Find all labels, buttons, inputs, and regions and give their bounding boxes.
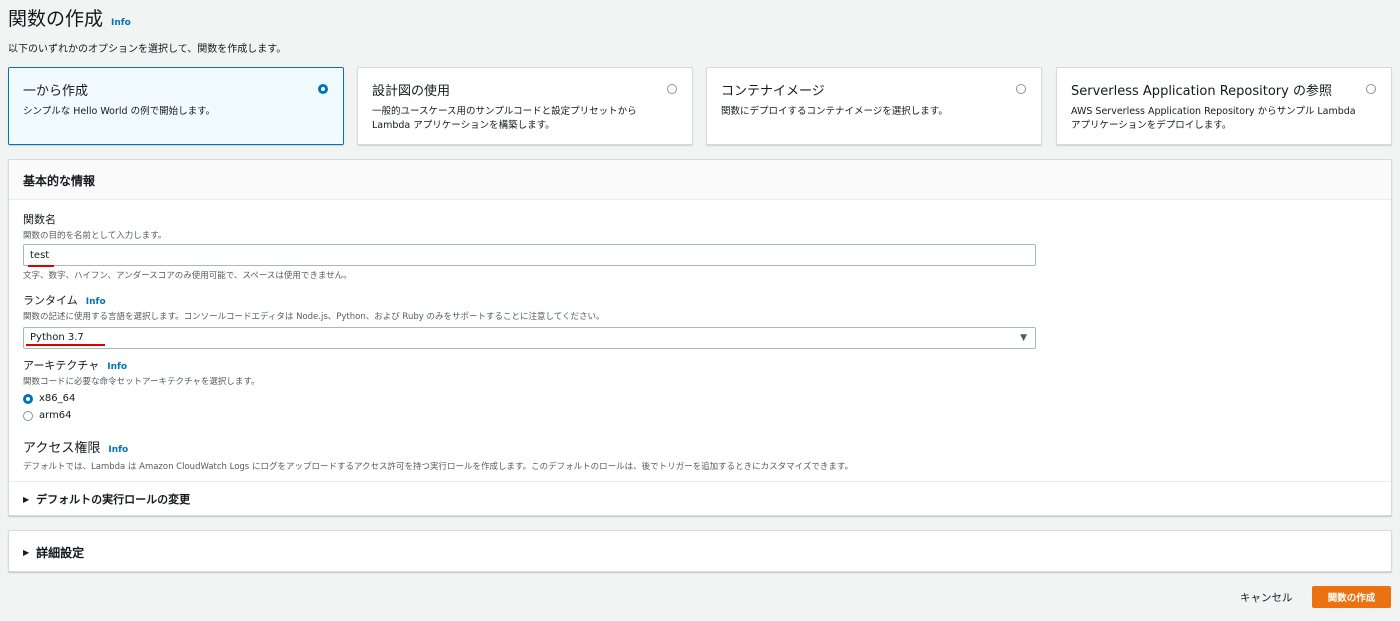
permissions-info-link[interactable]: Info	[108, 445, 128, 455]
runtime-select[interactable]: Python 3.7 ▼	[23, 327, 1036, 349]
architecture-info-link[interactable]: Info	[107, 362, 127, 372]
basic-info-header: 基本的な情報	[9, 160, 1391, 200]
architecture-option-arm64[interactable]: arm64	[23, 410, 260, 421]
create-function-page: 関数の作成 Info 以下のいずれかのオプションを選択して、関数を作成します。 …	[0, 0, 1400, 621]
option-desc: AWS Serverless Application Repository から…	[1071, 106, 1356, 131]
option-container-image[interactable]: コンテナイメージ 関数にデプロイするコンテナイメージを選択します。	[706, 67, 1042, 145]
annotation-underline-runtime	[26, 344, 105, 346]
caret-down-icon: ▼	[1020, 333, 1027, 343]
permissions-field: アクセス権限 Info デフォルトでは、Lambda は Amazon Clou…	[23, 437, 853, 472]
runtime-desc: 関数の記述に使用する言語を選択します。コンソールコードエディタは Node.js…	[23, 312, 605, 322]
radio-arm64[interactable]	[23, 410, 33, 421]
permissions-title-row: アクセス権限 Info	[23, 437, 853, 456]
creation-options: 一から作成 シンプルな Hello World の例で開始します。 設計図の使用…	[8, 67, 1392, 145]
runtime-label: ランタイム	[23, 294, 78, 307]
function-name-input[interactable]	[23, 244, 1036, 266]
page-subtitle: 以下のいずれかのオプションを選択して、関数を作成します。	[8, 44, 287, 55]
architecture-option-x86-64[interactable]: x86_64	[23, 393, 260, 404]
option-title: 設計図の使用	[372, 84, 451, 99]
advanced-settings-expander[interactable]: ▶ 詳細設定	[23, 544, 84, 561]
architecture-field: アーキテクチャ Info 関数コードに必要な命令セットアーキテクチャを選択します…	[23, 357, 260, 421]
architecture-desc: 関数コードに必要な命令セットアーキテクチャを選択します。	[23, 377, 260, 387]
option-title: コンテナイメージ	[721, 84, 825, 99]
architecture-label-row: アーキテクチャ Info	[23, 357, 260, 373]
option-use-blueprint[interactable]: 設計図の使用 一般的ユースケース用のサンプルコードと設定プリセットから Lamb…	[357, 67, 693, 145]
advanced-settings-panel: ▶ 詳細設定	[8, 530, 1392, 572]
caret-right-icon: ▶	[23, 494, 30, 504]
option-radio[interactable]	[318, 84, 328, 94]
page-info-link[interactable]: Info	[111, 18, 131, 28]
create-function-button[interactable]: 関数の作成	[1312, 586, 1391, 608]
permissions-title: アクセス権限	[23, 441, 101, 456]
page-title: 関数の作成	[8, 8, 104, 30]
function-name-desc: 関数の目的を名前として入力します。	[23, 231, 167, 241]
architecture-option-label: arm64	[39, 410, 72, 421]
architecture-label: アーキテクチャ	[23, 359, 100, 372]
page-title-row: 関数の作成 Info	[8, 4, 131, 31]
permissions-desc: デフォルトでは、Lambda は Amazon CloudWatch Logs …	[23, 462, 854, 472]
runtime-label-row: ランタイム Info	[23, 292, 1036, 308]
basic-info-panel: 基本的な情報 関数名 関数の目的を名前として入力します。 文字、数字、ハイフン、…	[8, 159, 1392, 516]
runtime-info-link[interactable]: Info	[86, 297, 106, 307]
option-title: 一から作成	[23, 84, 89, 99]
architecture-option-label: x86_64	[39, 393, 76, 404]
annotation-underline-name	[28, 265, 54, 267]
divider	[9, 481, 1391, 482]
function-name-label: 関数名	[23, 213, 56, 226]
page-header: 関数の作成 Info	[8, 4, 131, 31]
expander-label: デフォルトの実行ロールの変更	[36, 493, 191, 506]
function-name-field: 関数名 関数の目的を名前として入力します。 文字、数字、ハイフン、アンダースコア…	[23, 211, 1036, 281]
change-default-role-expander[interactable]: ▶ デフォルトの実行ロールの変更	[23, 491, 190, 507]
option-desc: シンプルな Hello World の例で開始します。	[23, 106, 216, 117]
cancel-button[interactable]: キャンセル	[1240, 590, 1293, 605]
option-title: Serverless Application Repository の参照	[1071, 84, 1332, 99]
option-desc: 関数にデプロイするコンテナイメージを選択します。	[721, 106, 948, 117]
option-author-from-scratch[interactable]: 一から作成 シンプルな Hello World の例で開始します。	[8, 67, 344, 145]
runtime-selected-value: Python 3.7	[30, 332, 84, 343]
option-serverless-repo[interactable]: Serverless Application Repository の参照 AW…	[1056, 67, 1392, 145]
option-radio[interactable]	[1016, 84, 1026, 94]
option-desc: 一般的ユースケース用のサンプルコードと設定プリセットから Lambda アプリケ…	[372, 106, 637, 131]
function-name-constraint: 文字、数字、ハイフン、アンダースコアのみ使用可能で、スペースは使用できません。	[23, 271, 352, 281]
runtime-field: ランタイム Info 関数の記述に使用する言語を選択します。コンソールコードエデ…	[23, 292, 1036, 349]
expander-label: 詳細設定	[36, 546, 85, 560]
option-radio[interactable]	[667, 84, 677, 94]
option-radio[interactable]	[1366, 84, 1376, 94]
radio-x86-64[interactable]	[23, 393, 33, 404]
caret-right-icon: ▶	[23, 548, 30, 557]
